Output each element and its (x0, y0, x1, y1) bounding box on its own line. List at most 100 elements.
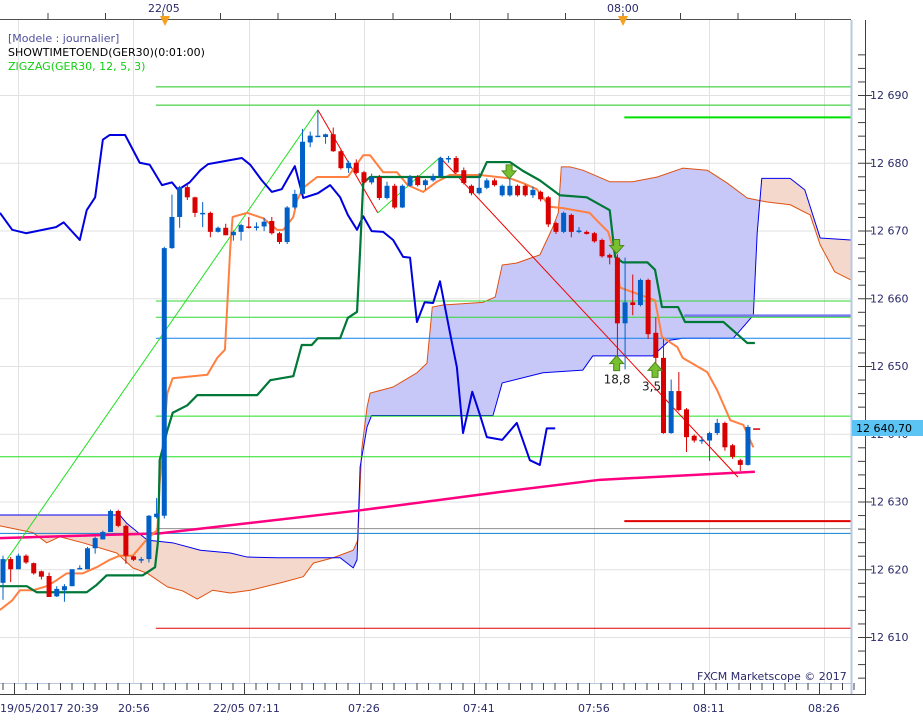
candle[interactable] (753, 428, 761, 430)
candle-body (46, 576, 52, 598)
signal-label: 3,5 (642, 379, 661, 393)
candle-body (699, 439, 705, 442)
candle-body (131, 556, 137, 560)
candle-body (223, 227, 229, 236)
candle[interactable] (115, 509, 121, 528)
candle[interactable] (376, 174, 382, 201)
candle[interactable] (438, 156, 444, 177)
candle[interactable] (15, 553, 21, 570)
candle-body (361, 172, 367, 183)
price-axis-label: 12 630 (870, 496, 909, 509)
candle[interactable] (637, 278, 643, 307)
candle-body (630, 302, 636, 306)
candle-body (230, 231, 236, 236)
candle-body (246, 226, 252, 228)
candle-body (84, 548, 90, 570)
candle[interactable] (599, 238, 605, 258)
candle[interactable] (545, 195, 551, 228)
candle-body (614, 257, 620, 324)
candle-body (0, 559, 6, 583)
candle[interactable] (730, 443, 736, 459)
candle-body (54, 588, 60, 597)
candle-body (599, 239, 605, 257)
candle-body (691, 435, 697, 441)
candle-body (676, 391, 682, 411)
candle[interactable] (23, 554, 29, 564)
time-axis-label: 22/05 07:11 (213, 702, 280, 715)
candle[interactable] (591, 231, 597, 243)
candle[interactable] (284, 206, 290, 245)
candle-body (407, 176, 413, 186)
candle-body (576, 230, 582, 232)
candle-body (415, 176, 421, 186)
candle-body (315, 135, 321, 138)
candle-body (8, 559, 14, 570)
candle[interactable] (84, 546, 90, 570)
candle-body (169, 216, 175, 249)
candle-body (330, 134, 336, 152)
price-axis-label: 12 650 (870, 360, 909, 373)
candle-body (77, 567, 83, 570)
price-chart[interactable]: 18,8 3,5 22/05 08:00 [Modele : journalier… (0, 0, 923, 720)
candle-body (238, 225, 244, 232)
candle-body (714, 422, 720, 434)
candle[interactable] (453, 155, 459, 174)
candle-body (668, 391, 674, 434)
candle-body (392, 185, 398, 208)
candle-body (561, 212, 567, 232)
candle-body (684, 409, 690, 438)
candle-body (108, 510, 114, 532)
candle[interactable] (392, 183, 398, 209)
candle-body (660, 357, 666, 434)
candle-body (607, 254, 613, 258)
candle[interactable] (499, 184, 505, 197)
time-axis-label: 07:56 (578, 702, 610, 715)
watermark: FXCM Marketscope © 2017 (697, 670, 847, 683)
candle-body (468, 185, 474, 194)
candle-body (545, 197, 551, 225)
price-axis-label: 12 610 (870, 631, 909, 644)
price-axis-label: 12 690 (870, 89, 909, 102)
candle[interactable] (161, 246, 167, 519)
price-axis-label: 12 620 (870, 563, 909, 576)
candle[interactable] (69, 569, 75, 587)
candle-body (461, 170, 467, 184)
last-price-label: 12 640,70 (852, 420, 923, 436)
candle[interactable] (31, 562, 37, 575)
candle[interactable] (338, 149, 344, 170)
candle[interactable] (361, 170, 367, 185)
candle[interactable] (722, 421, 728, 451)
candle-body (154, 513, 160, 518)
candle[interactable] (561, 211, 567, 234)
candle-body (530, 189, 536, 196)
legend-indicator-zigzag[interactable]: ZIGZAG(GER30, 12, 5, 3) (8, 60, 145, 73)
candle-body (31, 563, 37, 574)
candle-body (515, 185, 521, 196)
candle-body (346, 162, 352, 169)
time-axis-label: 07:41 (463, 702, 495, 715)
last-price-text: 12 640,70 (856, 422, 912, 435)
candle[interactable] (745, 424, 751, 466)
candle[interactable] (146, 515, 152, 563)
time-axis-label: 19/05/2017 20:39 (0, 702, 99, 715)
candle[interactable] (522, 184, 528, 197)
candle-body (69, 569, 75, 587)
candle-body (422, 180, 428, 186)
candle-body (38, 571, 44, 577)
time-axis-label: 08:11 (693, 702, 725, 715)
candle[interactable] (399, 184, 405, 209)
candle[interactable] (46, 572, 52, 598)
candle-body (184, 187, 190, 198)
candle-body (522, 185, 528, 196)
candle-body (591, 233, 597, 242)
candle-body (92, 538, 98, 549)
candle[interactable] (108, 509, 114, 532)
candle-body (307, 135, 313, 143)
candle-body (161, 248, 167, 516)
candle-body (207, 212, 213, 232)
price-axis-label: 12 670 (870, 225, 909, 238)
candle-body (568, 214, 574, 232)
candle[interactable] (645, 278, 651, 339)
legend-indicator-showtimetoend[interactable]: SHOWTIMETOEND(GER30)(0:01:00) (8, 46, 205, 59)
candle[interactable] (515, 184, 521, 197)
